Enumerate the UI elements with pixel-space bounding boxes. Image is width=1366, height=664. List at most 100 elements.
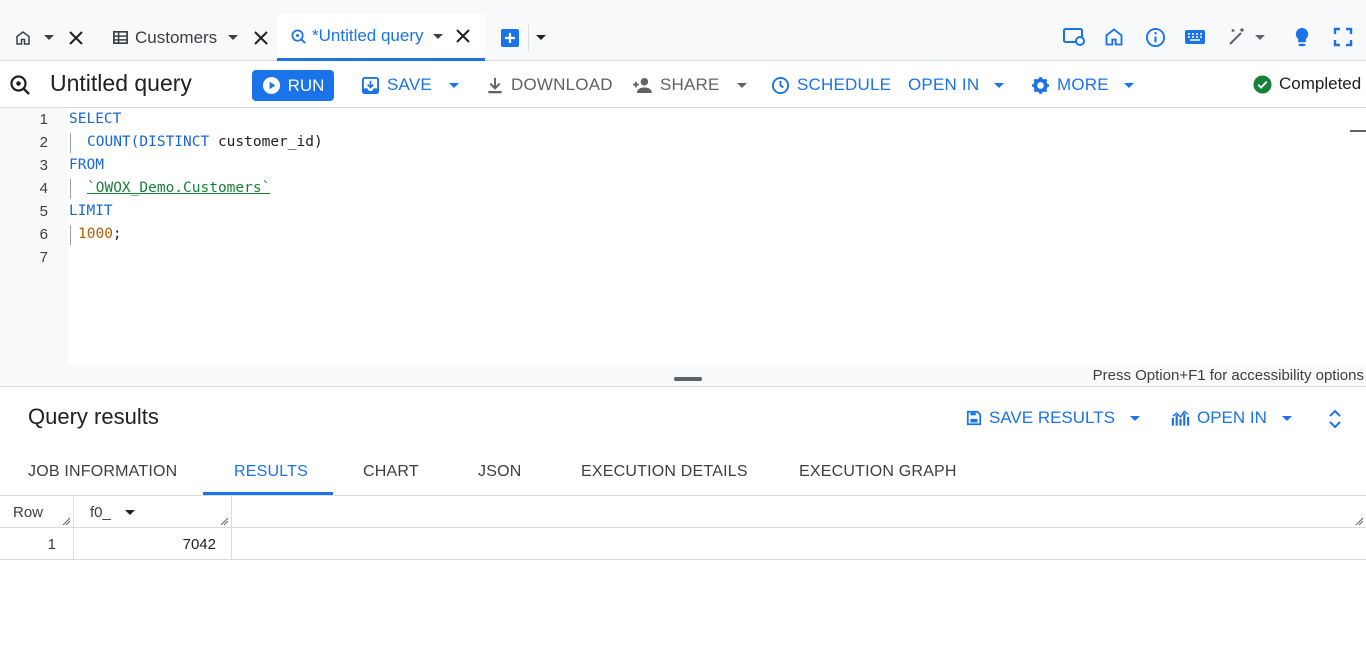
save-icon xyxy=(361,76,380,94)
results-tabs: JOB INFORMATION RESULTS CHART JSON EXECU… xyxy=(0,448,1366,496)
column-header-f0[interactable]: f0_ xyxy=(74,496,232,528)
share-button[interactable]: SHARE xyxy=(632,73,747,97)
sort-dropdown-icon[interactable] xyxy=(124,509,135,515)
column-header-empty xyxy=(232,496,1366,528)
column-header-label: Row xyxy=(13,503,44,521)
sql-keyword: FROM xyxy=(69,157,104,173)
home-tab[interactable] xyxy=(14,14,84,61)
accessibility-hint: Press Option+F1 for accessibility option… xyxy=(1092,367,1364,384)
person-add-icon xyxy=(633,77,652,93)
add-box-icon xyxy=(500,28,520,48)
gear-icon xyxy=(1031,76,1050,94)
query-icon xyxy=(9,74,31,101)
code-line: 1000; xyxy=(78,226,122,242)
schedule-button[interactable]: SCHEDULE xyxy=(771,73,891,97)
new-tab-button[interactable] xyxy=(500,14,546,61)
column-resize-icon[interactable] xyxy=(220,517,228,525)
save-results-button[interactable]: SAVE RESULTS xyxy=(966,408,1140,428)
download-button[interactable]: DOWNLOAD xyxy=(486,73,613,97)
chevron-down-icon xyxy=(1281,415,1292,421)
code-line: SELECT xyxy=(69,111,121,127)
save-results-label: SAVE RESULTS xyxy=(989,408,1115,427)
chevron-down-icon[interactable] xyxy=(44,35,54,40)
tab-results[interactable]: RESULTS xyxy=(234,463,308,481)
sql-editor[interactable]: 1 2 3 4 5 6 7 SELECT COUNT(DISTINCT cust… xyxy=(0,108,1366,365)
sql-function: COUNT(DISTINCT xyxy=(87,134,210,150)
resize-handle[interactable] xyxy=(674,377,702,381)
clock-icon xyxy=(771,76,790,94)
status-label: Completed xyxy=(1279,74,1362,93)
tab-execution-graph[interactable]: EXECUTION GRAPH xyxy=(799,463,957,481)
code-line: FROM xyxy=(69,157,104,173)
tab-chart[interactable]: CHART xyxy=(363,463,419,481)
home-icon xyxy=(14,29,32,47)
query-status: Completed xyxy=(1253,74,1361,94)
chevron-down-icon[interactable] xyxy=(432,33,443,39)
column-header-label: f0_ xyxy=(90,503,111,521)
open-in-label: OPEN IN xyxy=(1197,408,1267,427)
column-resize-icon[interactable] xyxy=(62,517,70,525)
chevron-down-icon[interactable] xyxy=(228,35,239,40)
save-label: SAVE xyxy=(387,75,432,94)
dashboard-home-icon[interactable] xyxy=(1101,24,1127,50)
download-icon xyxy=(488,77,502,93)
chevron-down-icon xyxy=(448,82,459,88)
tab-label: Customers xyxy=(135,27,218,47)
tab-execution-details[interactable]: EXECUTION DETAILS xyxy=(581,463,748,481)
expand-collapse-icon[interactable] xyxy=(1327,407,1343,436)
chevron-down-icon[interactable] xyxy=(536,35,546,40)
open-in-button[interactable]: OPEN IN xyxy=(908,73,1005,97)
sql-semicolon: ; xyxy=(112,226,122,242)
close-icon[interactable] xyxy=(455,28,471,44)
info-icon[interactable] xyxy=(1142,24,1168,50)
code-line: `OWOX_Demo.Customers` xyxy=(87,180,270,196)
more-label: MORE xyxy=(1057,75,1109,94)
tab-customers[interactable]: Customers xyxy=(112,14,269,61)
fullscreen-icon[interactable] xyxy=(1330,24,1356,50)
scrollbar-marker[interactable] xyxy=(1350,130,1366,132)
save-button[interactable]: SAVE xyxy=(361,73,459,97)
tab-bar: Customers *Untitled query xyxy=(0,0,1366,61)
chart-icon xyxy=(1171,410,1190,426)
query-toolbar: Untitled query RUN SAVE DOWNLOAD SHARE S… xyxy=(0,61,1366,108)
table-row[interactable]: 1 7042 xyxy=(0,528,1366,560)
query-icon xyxy=(290,28,307,45)
download-label: DOWNLOAD xyxy=(511,75,613,94)
tab-json[interactable]: JSON xyxy=(478,463,521,481)
magic-wand-icon[interactable] xyxy=(1226,24,1266,50)
indent-guide xyxy=(70,133,71,153)
tab-job-information[interactable]: JOB INFORMATION xyxy=(28,463,177,481)
close-icon[interactable] xyxy=(253,30,269,46)
line-number: 3 xyxy=(39,157,48,174)
chevron-down-icon xyxy=(1129,415,1140,421)
chevron-down-icon xyxy=(1255,34,1265,40)
run-button[interactable]: RUN xyxy=(252,70,334,101)
tab-untitled-query[interactable]: *Untitled query xyxy=(277,14,485,61)
save-icon xyxy=(966,410,982,426)
table-header: Row f0_ xyxy=(0,496,1366,528)
table-icon xyxy=(112,29,129,46)
code-line: COUNT(DISTINCT customer_id) xyxy=(87,134,323,150)
line-number: 1 xyxy=(39,111,48,128)
keyboard-icon[interactable] xyxy=(1182,24,1208,50)
more-button[interactable]: MORE xyxy=(1031,73,1134,97)
results-title: Query results xyxy=(28,404,159,429)
results-open-in-button[interactable]: OPEN IN xyxy=(1171,408,1292,428)
line-number: 2 xyxy=(39,134,48,151)
check-circle-icon xyxy=(1253,74,1272,94)
line-number: 5 xyxy=(39,203,48,220)
indent-guide xyxy=(70,225,71,245)
column-resize-icon[interactable] xyxy=(1355,517,1363,525)
value-cell[interactable]: 7042 xyxy=(74,528,232,560)
close-icon[interactable] xyxy=(68,30,84,46)
chevron-down-icon xyxy=(736,82,747,88)
sql-table-name[interactable]: `OWOX_Demo.Customers` xyxy=(87,180,270,196)
schedule-label: SCHEDULE xyxy=(797,75,892,94)
display-settings-icon[interactable] xyxy=(1061,24,1087,50)
chevron-down-icon xyxy=(1123,82,1134,88)
lightbulb-icon[interactable] xyxy=(1289,24,1315,50)
share-label: SHARE xyxy=(660,75,720,94)
code-line: LIMIT xyxy=(69,203,113,219)
column-header-row[interactable]: Row xyxy=(0,496,74,528)
sql-keyword: SELECT xyxy=(69,111,122,127)
